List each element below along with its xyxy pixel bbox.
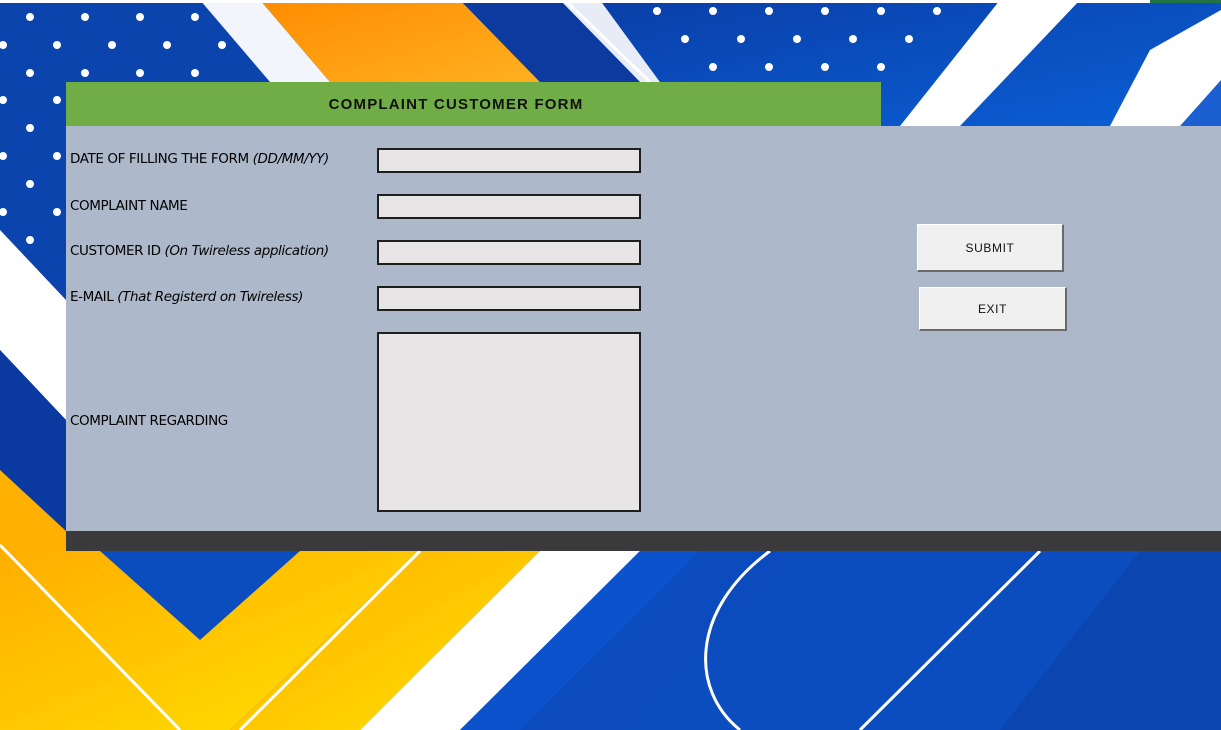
complaint-regarding-label: COMPLAINT REGARDING bbox=[70, 413, 228, 429]
email-field[interactable] bbox=[377, 286, 641, 311]
email-label: E-MAIL (That Registerd on Twireless) bbox=[70, 289, 303, 305]
complaint-regarding-field[interactable] bbox=[377, 332, 641, 512]
complaint-name-label: COMPLAINT NAME bbox=[70, 198, 188, 214]
submit-button[interactable]: SUBMIT bbox=[917, 224, 1064, 272]
form-title: COMPLAINT CUSTOMER FORM bbox=[328, 95, 584, 113]
date-field[interactable] bbox=[377, 148, 641, 173]
date-label: DATE OF FILLING THE FORM (DD/MM/YY) bbox=[70, 151, 329, 167]
customer-id-field[interactable] bbox=[377, 240, 641, 265]
exit-button[interactable]: EXIT bbox=[919, 287, 1067, 331]
form-footer-bar bbox=[66, 531, 1221, 551]
complaint-name-field[interactable] bbox=[377, 194, 641, 219]
form-title-bar: COMPLAINT CUSTOMER FORM bbox=[66, 82, 881, 126]
customer-id-label: CUSTOMER ID (On Twireless application) bbox=[70, 243, 329, 259]
